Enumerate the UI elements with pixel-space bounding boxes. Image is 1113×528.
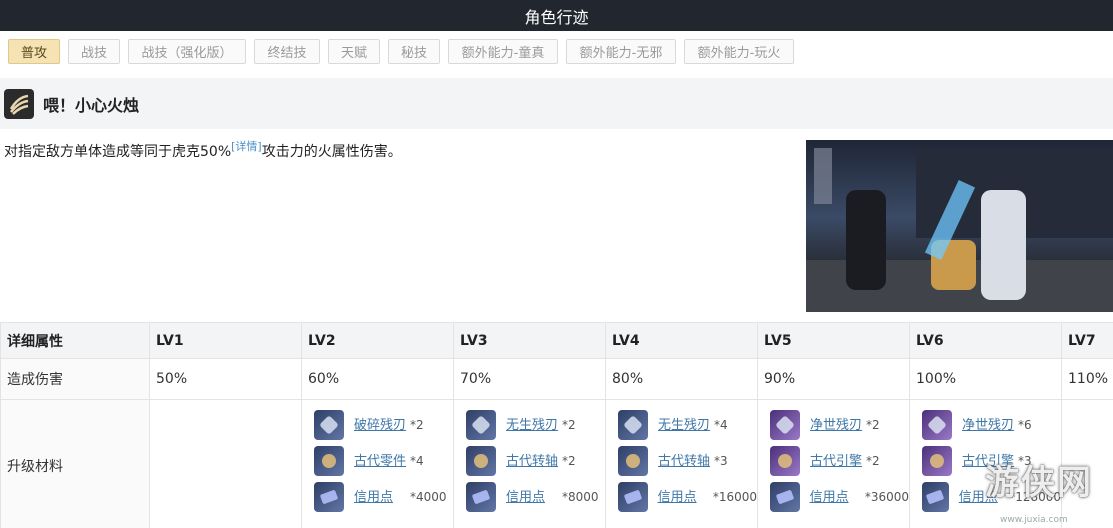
material-qty: *2 (410, 418, 424, 432)
material-icon[interactable] (466, 446, 496, 476)
header-lv5: LV5 (757, 322, 910, 359)
material-qty: *4 (714, 418, 728, 432)
material-icon[interactable] (922, 410, 952, 440)
material-icon[interactable] (466, 410, 496, 440)
material-icon[interactable] (922, 482, 949, 512)
skill-description: 对指定敌方单体造成等同于虎克50%[详情]攻击力的火属性伤害。 (4, 138, 402, 161)
material-name-link[interactable]: 无生残刃 (658, 417, 710, 434)
skill-preview-image (806, 140, 1113, 312)
material-qty: *2 (866, 454, 880, 468)
desc-text: 对指定敌方单体造成等同于虎克50% (4, 144, 232, 160)
header-lv4: LV4 (605, 322, 758, 359)
damage-lv2: 60% (301, 358, 454, 400)
header-lv2: LV2 (301, 322, 454, 359)
tab-2[interactable]: 战技（强化版） (128, 39, 246, 64)
tab-6[interactable]: 额外能力-童真 (448, 39, 558, 64)
damage-label: 造成伤害 (0, 358, 150, 400)
material-name-link[interactable]: 净世残刃 (810, 417, 862, 434)
tab-7[interactable]: 额外能力-无邪 (566, 39, 676, 64)
material-qty: *4000 (410, 490, 447, 504)
materials-lv5: 净世残刃 *2 古代引擎 *2 信用点 *36000 (757, 399, 910, 528)
material-item: 信用点 *16000 (612, 479, 757, 515)
damage-lv7: 110% (1061, 358, 1113, 400)
material-qty: *6 (1018, 418, 1032, 432)
material-qty: *36000 (864, 490, 909, 504)
page-title: 角色行迹 (0, 0, 1113, 31)
damage-lv1: 50% (149, 358, 302, 400)
damage-lv3: 70% (453, 358, 606, 400)
materials-lv4: 无生残刃 *4 古代转轴 *3 信用点 *16000 (605, 399, 758, 528)
material-icon[interactable] (770, 482, 800, 512)
material-item: 古代转轴 *2 (460, 443, 605, 479)
material-qty: *4 (410, 454, 424, 468)
material-icon[interactable] (618, 482, 648, 512)
material-name-link[interactable]: 信用点 (354, 489, 406, 506)
material-icon[interactable] (314, 410, 344, 440)
tab-1[interactable]: 战技 (68, 39, 120, 64)
material-item: 净世残刃 *6 (916, 407, 1061, 443)
tab-4[interactable]: 天赋 (328, 39, 380, 64)
materials-lv2: 破碎残刃 *2 古代零件 *4 信用点 *4000 (301, 399, 454, 528)
material-icon[interactable] (466, 482, 496, 512)
skill-name: 喂！小心火烛 (43, 95, 140, 115)
header-attr: 详细属性 (0, 322, 150, 359)
damage-lv6: 100% (909, 358, 1062, 400)
header-lv1: LV1 (149, 322, 302, 359)
material-icon[interactable] (618, 446, 648, 476)
material-name-link[interactable]: 信用点 (658, 489, 709, 506)
material-name-link[interactable]: 信用点 (506, 489, 558, 506)
material-item: 古代零件 *4 (308, 443, 453, 479)
material-qty: *16000 (712, 490, 757, 504)
damage-lv5: 90% (757, 358, 910, 400)
material-item: 古代引擎 *2 (764, 443, 909, 479)
material-qty: *8000 (562, 490, 599, 504)
skill-header: 喂！小心火烛 (0, 78, 1113, 129)
damage-lv4: 80% (605, 358, 758, 400)
desc-text-end: 攻击力的火属性伤害。 (261, 144, 402, 160)
material-name-link[interactable]: 古代引擎 (810, 453, 862, 470)
header-lv6: LV6 (909, 322, 1062, 359)
material-item: 净世残刃 *2 (764, 407, 909, 443)
material-name-link[interactable]: 无生残刃 (506, 417, 558, 434)
material-icon[interactable] (314, 482, 344, 512)
tab-8[interactable]: 额外能力-玩火 (684, 39, 794, 64)
material-item: 无生残刃 *2 (460, 407, 605, 443)
material-qty: *2 (562, 454, 576, 468)
material-item: 信用点 *4000 (308, 479, 453, 515)
materials-lv1 (149, 399, 302, 528)
material-name-link[interactable]: 净世残刃 (962, 417, 1014, 434)
material-icon[interactable] (922, 446, 952, 476)
material-icon[interactable] (618, 410, 648, 440)
skill-tabs: 普攻 战技 战技（强化版） 终结技 天赋 秘技 额外能力-童真 额外能力-无邪 额外能力-玩火 (0, 31, 1113, 75)
material-name-link[interactable]: 古代转轴 (506, 453, 558, 470)
tab-5[interactable]: 秘技 (388, 39, 440, 64)
detail-link[interactable]: [详情] (231, 140, 262, 153)
material-icon[interactable] (770, 446, 800, 476)
tab-3[interactable]: 终结技 (254, 39, 320, 64)
material-item: 无生残刃 *4 (612, 407, 757, 443)
material-item: 破碎残刃 *2 (308, 407, 453, 443)
header-lv3: LV3 (453, 322, 606, 359)
materials-lv3: 无生残刃 *2 古代转轴 *2 信用点 *8000 (453, 399, 606, 528)
material-qty: *3 (714, 454, 728, 468)
material-qty: *2 (866, 418, 880, 432)
material-qty: *2 (562, 418, 576, 432)
material-icon[interactable] (770, 410, 800, 440)
material-name-link[interactable]: 古代转轴 (658, 453, 710, 470)
header-lv7: LV7 (1061, 322, 1113, 359)
claw-icon (4, 88, 34, 119)
watermark-url: www.juxia.com (1000, 515, 1068, 525)
material-icon[interactable] (314, 446, 344, 476)
watermark: 游侠网 (985, 463, 1093, 503)
attribute-table: 详细属性 LV1 LV2 LV3 LV4 LV5 LV6 LV7 造成伤害 50% 60% 70% 8… (0, 322, 1113, 528)
tab-0[interactable]: 普攻 (8, 39, 60, 64)
material-name-link[interactable]: 古代零件 (354, 453, 406, 470)
material-name-link[interactable]: 信用点 (810, 489, 861, 506)
material-label: 升级材料 (0, 399, 150, 528)
material-item: 信用点 *36000 (764, 479, 909, 515)
material-name-link[interactable]: 破碎残刃 (354, 417, 406, 434)
material-item: 古代转轴 *3 (612, 443, 757, 479)
material-item: 信用点 *8000 (460, 479, 605, 515)
